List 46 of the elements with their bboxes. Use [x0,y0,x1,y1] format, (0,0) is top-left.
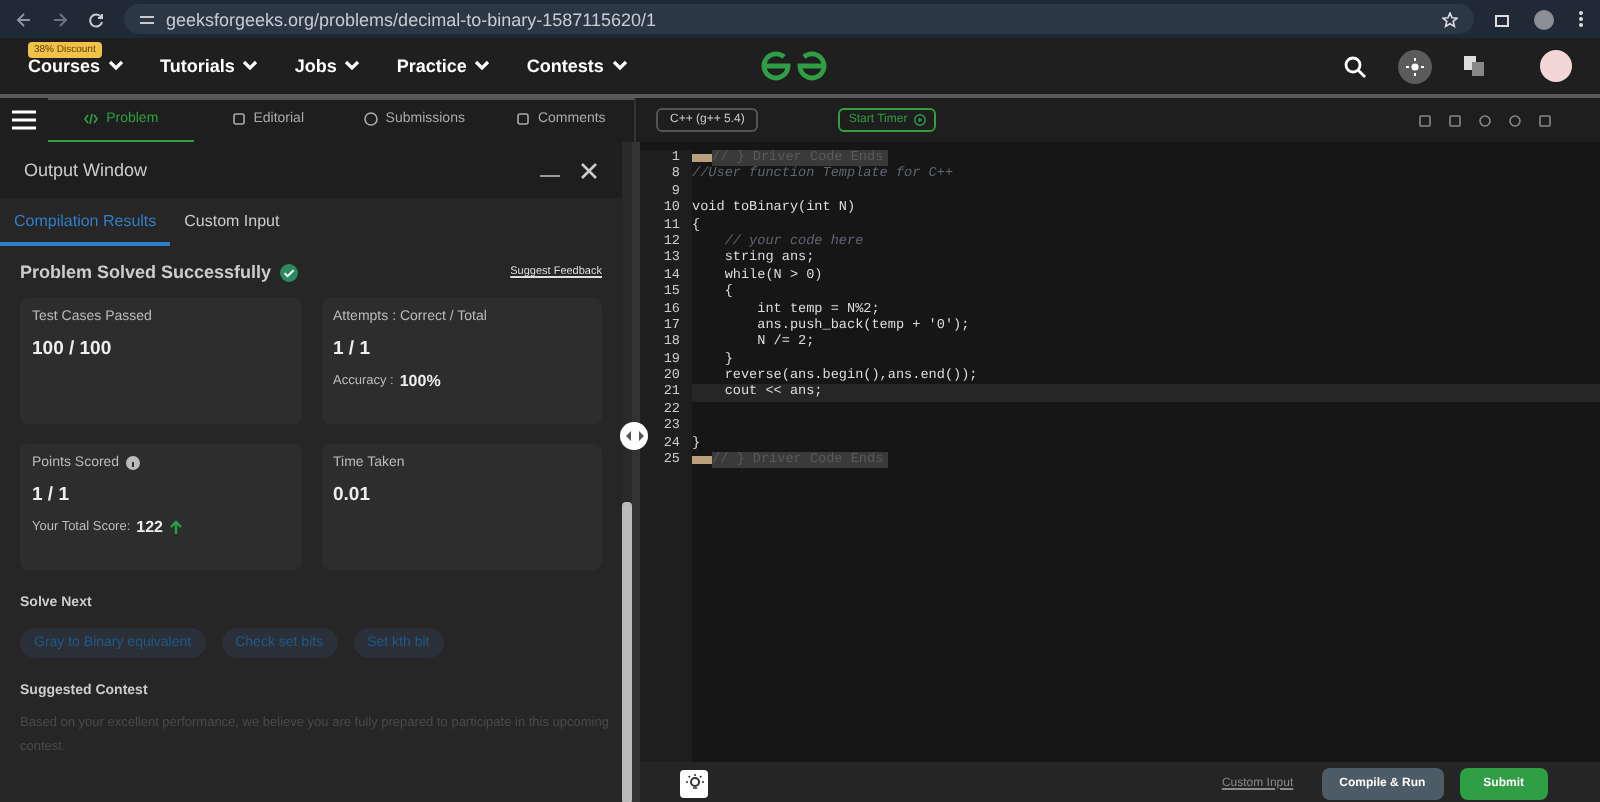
nav-menu-item[interactable]: Tutorials [160,56,259,76]
translate-icon[interactable] [1464,56,1484,76]
info-icon[interactable] [125,456,140,470]
caret-icon [108,60,125,72]
output-tab[interactable]: Custom Input [170,198,294,246]
detail-value: 122 [136,518,164,536]
url-text: geeksforgeeks.org/problems/decimal-to-binary-1587115620/1 [166,9,656,29]
caret-icon [611,60,628,72]
star-icon[interactable] [1442,11,1458,27]
close-icon[interactable] [580,161,598,179]
card-value: 100 / 100 [32,338,114,360]
fold-marker-icon[interactable] [692,456,712,465]
caret-icon [474,60,491,72]
caret-icon [344,60,361,72]
address-bar[interactable]: geeksforgeeks.org/problems/decimal-to-binary-1587115620/1 [124,4,1474,34]
theme-toggle[interactable] [1398,49,1432,83]
nav-menu-item[interactable]: Jobs [294,56,361,76]
lightbulb-icon [685,774,703,792]
code-icon [84,112,99,126]
nav-menu-item[interactable]: Courses [28,56,125,76]
site-settings-icon[interactable] [140,13,154,25]
caret-icon [242,60,259,72]
menu-icon[interactable] [12,110,36,130]
forward-icon[interactable] [52,11,68,27]
fold-marker-icon[interactable] [692,154,712,163]
card-value: 0.01 [333,484,372,506]
nav-menu-item[interactable]: Practice [396,56,491,76]
detail-value: 100% [399,372,441,390]
check-circle-icon [279,263,298,281]
card-value: 1 / 1 [32,484,71,506]
more-icon[interactable] [1578,10,1584,28]
status-message: Problem Solved Successfully [20,262,272,282]
hint-button[interactable] [680,769,708,797]
reload-icon[interactable] [88,11,104,27]
logo-icon[interactable] [760,50,828,82]
card-value: 1 / 1 [333,338,372,360]
resize-arrows-icon [625,430,643,442]
panel-title: Output Window [24,160,148,180]
back-icon[interactable] [16,11,32,27]
search-icon[interactable] [1344,55,1366,77]
scrollbar[interactable] [622,142,632,802]
profile-avatar[interactable] [1540,50,1572,82]
nav-menu-item[interactable]: Contests [526,56,628,76]
play-icon [913,114,926,126]
sun-icon [1406,57,1424,75]
output-tab[interactable]: Compilation Results [0,198,171,246]
